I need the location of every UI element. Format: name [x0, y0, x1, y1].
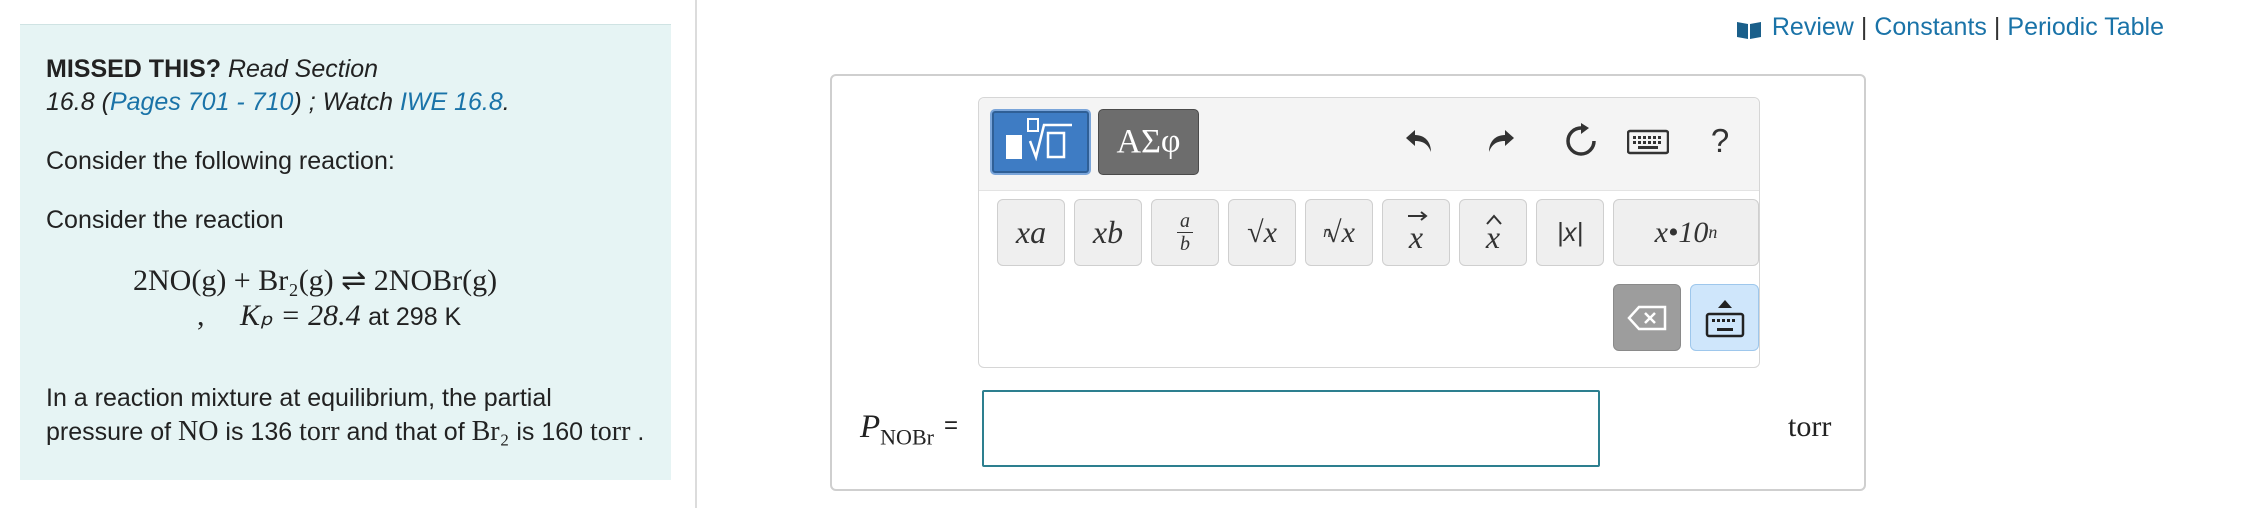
- scientific-notation-key[interactable]: x•10 n: [1613, 199, 1759, 266]
- toolbar-header: ΑΣφ ?: [979, 98, 1759, 191]
- review-link[interactable]: Review: [1772, 12, 1854, 42]
- consider-following-text: Consider the following reaction:: [46, 147, 395, 175]
- book-icon: [1736, 17, 1762, 39]
- panel-divider: [695, 0, 697, 508]
- fraction-numerator: a: [1177, 210, 1193, 233]
- scientific-notation-exponent: n: [1708, 222, 1718, 242]
- pages-link[interactable]: Pages 701 - 710: [110, 88, 293, 116]
- periodic-table-link[interactable]: Periodic Table: [2007, 12, 2164, 42]
- watch-text: ) ; Watch: [293, 88, 393, 116]
- comma-text: ,: [197, 299, 205, 332]
- backspace-icon: [1627, 305, 1667, 330]
- help-button[interactable]: ?: [1697, 118, 1743, 164]
- hat-key[interactable]: x: [1459, 199, 1527, 266]
- problem-panel: MISSED THIS? Read Section 16.8 (Pages 70…: [20, 24, 671, 480]
- answer-subscript: NOBr: [880, 424, 934, 450]
- subscript-index: b: [1107, 214, 1124, 250]
- toggle-keyboard-key[interactable]: [1690, 284, 1759, 351]
- absolute-value-label: |x|: [1556, 217, 1584, 247]
- consider-reaction-text: Consider the reaction: [46, 206, 284, 234]
- superscript-base: x: [1015, 214, 1031, 250]
- iwe-link[interactable]: IWE 16.8: [400, 88, 503, 116]
- answer-input[interactable]: [982, 390, 1600, 467]
- scientific-notation-label: x•10: [1654, 215, 1709, 249]
- nth-root-key[interactable]: n √x: [1305, 199, 1373, 266]
- square-root-label: √x: [1247, 215, 1277, 249]
- hat-icon: [1486, 214, 1502, 225]
- missed-this-label: MISSED THIS?: [46, 55, 222, 83]
- kp-line: , Kₚ = 28.4 at 298 K: [197, 299, 645, 334]
- backspace-key[interactable]: [1613, 284, 1681, 351]
- nav-separator: |: [1860, 13, 1868, 41]
- reset-icon: [1566, 123, 1596, 156]
- resource-nav: Review | Constants | Periodic Table: [1736, 12, 2164, 42]
- answer-variable: P: [860, 409, 881, 445]
- kp-temperature: at 298 K: [368, 303, 462, 331]
- templates-icon: [1006, 118, 1072, 162]
- reset-button[interactable]: [1558, 118, 1604, 164]
- answer-unit: torr: [1788, 410, 1832, 443]
- mixture-text-2: is 136: [225, 418, 293, 446]
- vector-key[interactable]: x: [1382, 199, 1450, 266]
- nav-separator: |: [1993, 13, 2001, 41]
- superscript-key[interactable]: xa: [997, 199, 1065, 266]
- mixture-text-4: is 160: [516, 418, 584, 446]
- undo-icon: [1406, 130, 1431, 152]
- superscript-exponent: a: [1030, 214, 1047, 250]
- redo-icon: [1489, 130, 1514, 152]
- br2-species: Br₂: [471, 416, 510, 447]
- constants-link[interactable]: Constants: [1874, 12, 1987, 42]
- kp-expression: Kₚ = 28.4: [240, 299, 361, 332]
- nth-root-label: √x: [1325, 215, 1355, 249]
- subscript-key[interactable]: xb: [1074, 199, 1142, 266]
- keyboard-icon: [1627, 129, 1669, 155]
- keyboard-button[interactable]: [1623, 118, 1673, 164]
- torr-unit-1: torr: [299, 416, 340, 447]
- keyboard-collapse-icon: [1705, 299, 1744, 337]
- torr-unit-2: torr: [589, 416, 631, 447]
- mixture-end: .: [637, 418, 645, 446]
- mixture-text-3: and that of: [346, 418, 465, 446]
- absolute-value-key[interactable]: |x|: [1536, 199, 1604, 266]
- period-text: .: [502, 88, 510, 116]
- mixture-paragraph: In a reaction mixture at equilibrium, th…: [46, 382, 645, 449]
- vector-arrow-icon: [1408, 211, 1428, 221]
- section-number: 16.8 (: [46, 88, 110, 116]
- redo-button[interactable]: [1477, 118, 1523, 164]
- no-species: NO: [178, 416, 219, 447]
- equals-sign: =: [943, 412, 958, 439]
- reaction-equation: 2NO(g) + Br₂(g) ⇌ 2NOBr(g): [133, 264, 498, 297]
- subscript-base: x: [1092, 214, 1108, 250]
- undo-button[interactable]: [1397, 118, 1443, 164]
- missed-this-note: MISSED THIS? Read Section 16.8 (Pages 70…: [46, 53, 645, 119]
- fraction-denominator: b: [1180, 233, 1190, 255]
- square-root-key[interactable]: √x: [1228, 199, 1296, 266]
- fraction-key[interactable]: a b: [1151, 199, 1219, 266]
- greek-symbols-button[interactable]: ΑΣφ: [1098, 109, 1199, 175]
- read-section-text: Read Section: [227, 55, 379, 83]
- answer-label: PNOBr =: [860, 409, 958, 451]
- templates-button[interactable]: [990, 109, 1091, 175]
